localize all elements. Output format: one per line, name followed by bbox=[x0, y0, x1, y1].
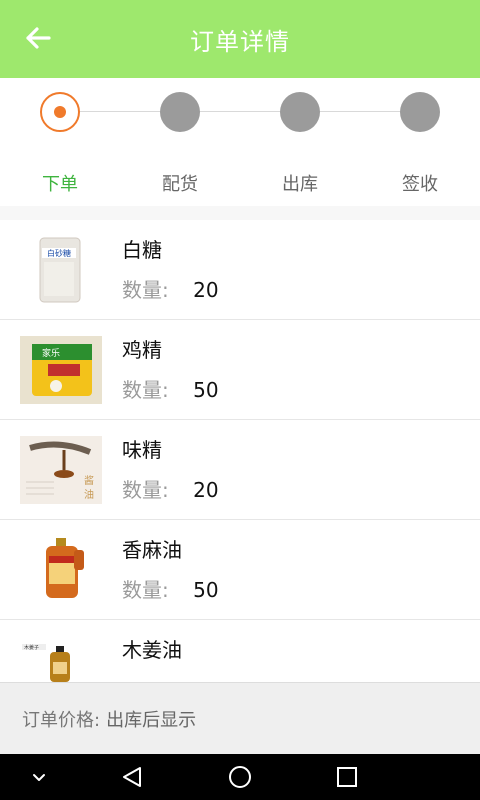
price-value: 出库后显示 bbox=[106, 710, 197, 731]
sesame-oil-jug-image bbox=[20, 536, 102, 604]
price-label: 订单价格: bbox=[22, 710, 101, 731]
product-name: 味精 bbox=[122, 438, 162, 462]
list-item[interactable]: 木姜子 木姜油 bbox=[0, 620, 480, 682]
sugar-bag-image: 白砂糖 bbox=[20, 236, 102, 304]
page-title: 订单详情 bbox=[190, 27, 290, 56]
quantity-label: 数量: bbox=[122, 578, 169, 602]
list-item[interactable]: 酱 油 味精 数量: 20 bbox=[0, 420, 480, 520]
order-progress: 下单 配货 出库 签收 bbox=[0, 78, 480, 220]
quantity-value: 50 bbox=[193, 578, 219, 602]
step-label-picking: 配货 bbox=[162, 174, 198, 195]
svg-text:木姜子: 木姜子 bbox=[24, 644, 39, 651]
step-dot-picking bbox=[160, 92, 200, 132]
step-dot-signed bbox=[400, 92, 440, 132]
quantity: 数量: 50 bbox=[122, 374, 219, 403]
step-label-outbound: 出库 bbox=[282, 174, 318, 195]
svg-text:家乐: 家乐 bbox=[42, 347, 60, 358]
quantity-value: 50 bbox=[193, 378, 219, 402]
chicken-essence-bag-image: 家乐 bbox=[20, 336, 102, 404]
quantity-label: 数量: bbox=[122, 478, 169, 502]
soy-sauce-image: 酱 油 bbox=[20, 436, 102, 504]
step-dot-order-placed bbox=[40, 92, 80, 132]
product-name: 木姜油 bbox=[122, 638, 182, 662]
active-dot-icon bbox=[54, 106, 66, 118]
product-name: 白糖 bbox=[122, 238, 162, 262]
quantity-value: 20 bbox=[193, 478, 219, 502]
list-item[interactable]: 香麻油 数量: 50 bbox=[0, 520, 480, 620]
quantity: 数量: 50 bbox=[122, 574, 219, 603]
quantity: 数量: 20 bbox=[122, 274, 219, 303]
step-dot-outbound bbox=[280, 92, 320, 132]
order-price-bar: 订单价格: 出库后显示 bbox=[0, 682, 480, 755]
svg-text:白砂糖: 白砂糖 bbox=[47, 248, 71, 258]
back-triangle-icon[interactable] bbox=[116, 764, 150, 790]
step-label-order-placed: 下单 bbox=[42, 174, 78, 195]
chevron-down-icon[interactable] bbox=[22, 764, 56, 790]
product-name: 香麻油 bbox=[122, 538, 182, 562]
product-name: 鸡精 bbox=[122, 338, 162, 362]
litsea-oil-bottle-image: 木姜子 bbox=[20, 636, 102, 682]
svg-text:油: 油 bbox=[84, 488, 94, 501]
list-item[interactable]: 白砂糖 白糖 数量: 20 bbox=[0, 220, 480, 320]
home-circle-icon[interactable] bbox=[223, 764, 257, 790]
app-header: 订单详情 bbox=[0, 0, 480, 78]
system-nav-bar bbox=[0, 754, 480, 800]
product-list[interactable]: 白砂糖 白糖 数量: 20 家乐 鸡精 数量: 50 酱 油 味精 数量: 20… bbox=[0, 220, 480, 682]
list-item[interactable]: 家乐 鸡精 数量: 50 bbox=[0, 320, 480, 420]
quantity-label: 数量: bbox=[122, 278, 169, 302]
recents-square-icon[interactable] bbox=[330, 764, 364, 790]
quantity-value: 20 bbox=[193, 278, 219, 302]
quantity-label: 数量: bbox=[122, 378, 169, 402]
progress-line bbox=[60, 111, 420, 112]
svg-text:酱: 酱 bbox=[84, 474, 94, 487]
step-label-signed: 签收 bbox=[402, 174, 438, 195]
quantity: 数量: 20 bbox=[122, 474, 219, 503]
